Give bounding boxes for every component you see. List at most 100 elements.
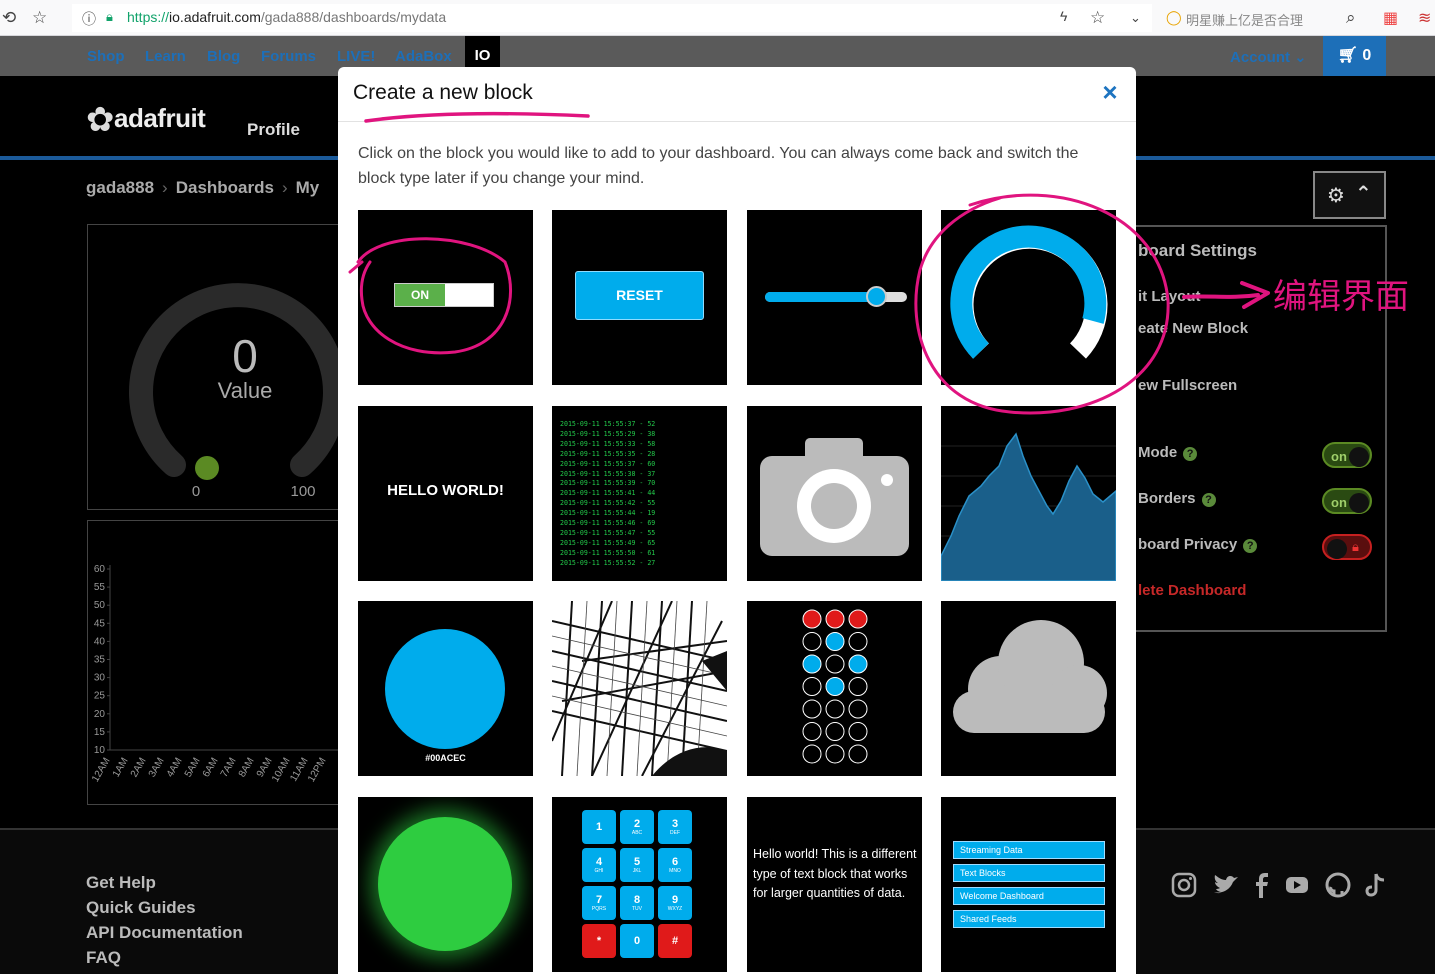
twitter-icon[interactable]: [1212, 872, 1242, 898]
y-tick-label: 40: [94, 636, 106, 647]
app-grid-icon[interactable]: ▦: [1383, 8, 1398, 28]
favorite-star-icon[interactable]: ☆: [1090, 8, 1105, 28]
line-chart-block-option[interactable]: [941, 406, 1116, 581]
text-block-option[interactable]: HELLO WORLD!: [358, 406, 533, 581]
x-tick-label: 5AM: [183, 756, 203, 779]
remote-button: [848, 632, 868, 651]
gauge-block[interactable]: 0 Value 0 100: [87, 224, 347, 510]
settings-toggle-button[interactable]: ⚙ ⌃: [1313, 171, 1386, 219]
slider-block-option[interactable]: [747, 210, 922, 385]
keypad-key: 8 TUV: [620, 886, 654, 920]
map-block-option[interactable]: [552, 601, 727, 776]
dark-mode-toggle[interactable]: on: [1322, 442, 1372, 468]
cart-count: 0: [1362, 47, 1372, 64]
number-pad-block-option[interactable]: 1 2 ABC 3 DEF 4 GHI 5 JKL 6 MNO 7 PQRS 8 TUV 9 WXYZ * 0 #: [552, 797, 727, 972]
breadcrumb-current: My: [295, 178, 320, 197]
keypad-letters: ABC: [631, 830, 643, 836]
keypad-digit: 9: [671, 894, 679, 906]
help-icon[interactable]: ?: [1183, 447, 1198, 461]
remote-button: [825, 609, 845, 629]
adafruit-logo[interactable]: ✿adafruit: [86, 96, 206, 139]
nav-learn[interactable]: Learn: [145, 48, 186, 65]
help-icon[interactable]: ?: [1201, 493, 1216, 507]
privacy-toggle[interactable]: 🔒︎: [1322, 534, 1372, 560]
info-icon[interactable]: ⓘ: [82, 9, 96, 29]
list-block-option[interactable]: Streaming Data Text Blocks Welcome Dashboa…: [941, 797, 1116, 972]
multiline-text-block-option[interactable]: Hello world! This is a different type of…: [747, 797, 922, 972]
y-tick-label: 60: [94, 564, 106, 575]
create-block-link[interactable]: eate New Block: [1138, 320, 1248, 337]
chevron-right-icon: ›: [281, 178, 288, 197]
back-icon[interactable]: ⟲: [2, 8, 16, 28]
indicator-block-option[interactable]: [358, 797, 533, 972]
borders-toggle[interactable]: on: [1322, 488, 1372, 514]
settings-title: board Settings: [1138, 241, 1258, 260]
remote-button: [802, 654, 822, 674]
camera-icon: [760, 438, 909, 556]
stream-line: 2015-09-11 15:55:39 - 70: [560, 479, 656, 488]
list-item: Shared Feeds: [953, 910, 1105, 928]
remote-control-block-option[interactable]: [747, 601, 922, 776]
keypad-key: 2 ABC: [620, 810, 654, 844]
help-icon[interactable]: ?: [1243, 539, 1258, 553]
keypad-key: #: [658, 924, 692, 958]
nav-live[interactable]: LIVE!: [337, 48, 375, 65]
chevron-right-icon: ›: [162, 178, 168, 197]
fullscreen-link[interactable]: ew Fullscreen: [1138, 377, 1237, 394]
github-icon[interactable]: [1325, 872, 1351, 898]
tiktok-icon[interactable]: [1365, 872, 1387, 898]
modal-title: Create a new block: [353, 81, 533, 104]
remote-button: [825, 632, 845, 651]
keypad-digit: 4: [595, 856, 603, 868]
image-block-option[interactable]: [747, 406, 922, 581]
gauge-min: 0: [192, 483, 200, 500]
toggle-knob: [1349, 447, 1369, 467]
instagram-icon[interactable]: [1171, 872, 1197, 898]
breadcrumb-dashboards[interactable]: Dashboards: [176, 178, 274, 197]
youtube-icon[interactable]: [1285, 872, 1309, 898]
account-menu[interactable]: Account ⌄: [1230, 48, 1307, 66]
lock-icon: 🔒︎: [106, 9, 113, 24]
momentary-button-block-option[interactable]: RESET: [552, 210, 727, 385]
delete-dashboard-link[interactable]: lete Dashboard: [1138, 582, 1246, 599]
quick-guides-link[interactable]: Quick Guides: [86, 898, 196, 918]
icon-block-option[interactable]: [941, 601, 1116, 776]
breadcrumb-user[interactable]: gada888: [86, 178, 154, 197]
lightning-icon[interactable]: ϟ: [1060, 8, 1067, 24]
account-label: Account: [1230, 49, 1290, 66]
nav-blog[interactable]: Blog: [207, 48, 240, 65]
reset-button-preview: RESET: [575, 271, 704, 320]
list-item: Streaming Data: [953, 841, 1105, 859]
stream-line: 2015-09-11 15:55:44 - 19: [560, 509, 656, 518]
line-chart-block[interactable]: 60 55 50 45 40 35 30 25 20 15 10 12AM 1AM 2AM 3AM 4AM 5A…: [87, 520, 348, 805]
search-icon[interactable]: ⌕: [1346, 8, 1356, 28]
search-input[interactable]: 明星赚上亿是否合理: [1186, 10, 1303, 29]
toggle-knob: [1349, 493, 1369, 513]
remote-button: [825, 722, 845, 741]
nav-forums[interactable]: Forums: [261, 48, 316, 65]
api-docs-link[interactable]: API Documentation: [86, 923, 243, 943]
browser-toolbar: ⟲ ☆ ⓘ 🔒︎ https://io.adafruit.com/gada888…: [0, 0, 1435, 36]
color-block-option[interactable]: #00ACEC: [358, 601, 533, 776]
bookmark-star-icon[interactable]: ☆: [32, 8, 47, 28]
nav-adabox[interactable]: AdaBox: [395, 48, 452, 65]
keypad-key: 5 JKL: [620, 848, 654, 882]
gauge-label: Value: [218, 378, 273, 403]
chevron-down-icon[interactable]: ⌄: [1130, 10, 1141, 26]
faq-link[interactable]: FAQ: [86, 948, 121, 968]
url-text[interactable]: https://io.adafruit.com/gada888/dashboar…: [127, 9, 446, 25]
nav-shop[interactable]: Shop: [87, 48, 125, 65]
x-tick-label: 2AM: [129, 756, 149, 779]
stream-block-option[interactable]: 2015-09-11 15:55:37 - 52 2015-09-11 15:55…: [552, 406, 727, 581]
remote-button: [848, 699, 868, 719]
get-help-link[interactable]: Get Help: [86, 873, 156, 893]
gauge-svg: 0 Value 0 100: [129, 283, 347, 500]
x-tick-label: 6AM: [201, 756, 221, 779]
facebook-icon[interactable]: [1254, 872, 1270, 898]
profile-link[interactable]: Profile: [247, 120, 300, 140]
cart-button[interactable]: 🛒︎ 0: [1323, 36, 1386, 76]
close-icon[interactable]: ×: [1099, 79, 1121, 105]
extension-icon[interactable]: ≋: [1418, 8, 1431, 28]
gauge-block-option[interactable]: [941, 210, 1116, 385]
toggle-block-option[interactable]: ON: [358, 210, 533, 385]
